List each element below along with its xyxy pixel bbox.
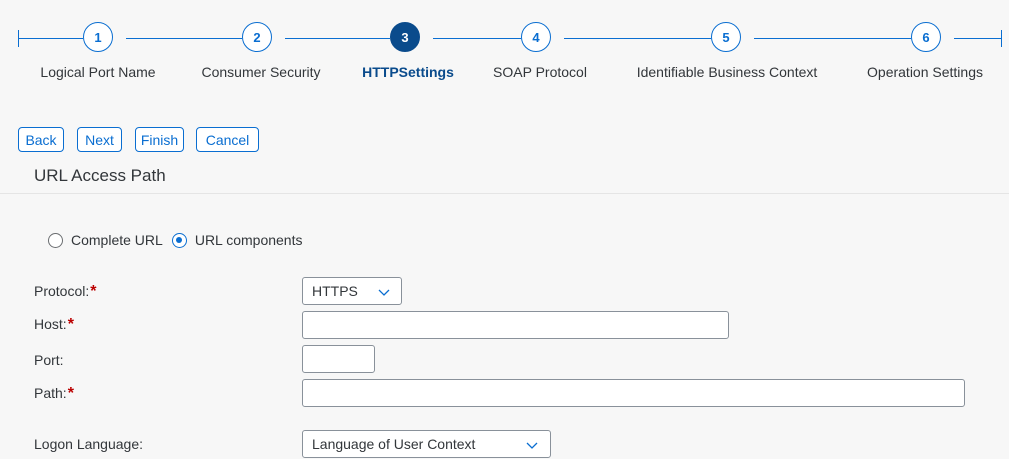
port-label-text: Port: [34, 352, 64, 368]
next-button[interactable]: Next [77, 127, 122, 152]
protocol-label-text: Protocol: [34, 283, 90, 299]
wizard-progress: 1 2 3 4 5 6 Logical Port Name Consumer S… [0, 0, 1009, 100]
wizard-connector [954, 38, 1002, 39]
complete-url-radio[interactable] [48, 232, 63, 248]
wizard-connector [754, 38, 911, 39]
wizard-step-3[interactable]: 3 [390, 22, 420, 52]
wizard-step-5-label: Identifiable Business Context [636, 64, 818, 80]
path-label-text: Path: [34, 385, 67, 401]
logon-language-label: Logon Language: [34, 436, 143, 452]
url-components-label[interactable]: URL components [195, 232, 303, 248]
wizard-track-end [1001, 30, 1002, 47]
port-input[interactable] [302, 345, 375, 373]
chevron-down-icon [526, 442, 538, 449]
cancel-button[interactable]: Cancel [196, 127, 259, 152]
finish-button[interactable]: Finish [135, 127, 184, 152]
host-input[interactable] [302, 311, 729, 339]
wizard-connector [126, 38, 242, 39]
wizard-step-6[interactable]: 6 [911, 22, 941, 52]
wizard-connector [18, 38, 83, 39]
path-input[interactable] [302, 379, 965, 407]
protocol-label: Protocol:* [34, 283, 96, 301]
required-marker: * [67, 316, 74, 333]
port-label: Port: [34, 352, 64, 368]
host-label: Host:* [34, 316, 74, 334]
complete-url-label[interactable]: Complete URL [71, 232, 163, 248]
radio-selected-dot [176, 237, 183, 243]
logon-language-label-text: Logon Language: [34, 436, 143, 452]
wizard-connector [564, 38, 711, 39]
wizard-step-2[interactable]: 2 [242, 22, 272, 52]
chevron-down-icon [378, 289, 390, 296]
protocol-select[interactable]: HTTPS [302, 277, 402, 305]
logon-language-select-value: Language of User Context [312, 436, 476, 452]
section-title: URL Access Path [34, 166, 166, 185]
back-button[interactable]: Back [18, 127, 64, 152]
url-components-radio[interactable] [171, 232, 187, 248]
path-label: Path:* [34, 385, 74, 403]
required-marker: * [67, 385, 74, 402]
logon-language-select[interactable]: Language of User Context [302, 430, 551, 458]
wizard-step-6-label: Operation Settings [867, 64, 983, 80]
wizard-step-2-label: Consumer Security [201, 64, 321, 80]
wizard-connector [433, 38, 521, 39]
url-mode-radio-group: Complete URL URL components [48, 232, 311, 248]
protocol-select-value: HTTPS [312, 283, 358, 299]
wizard-connector [285, 38, 390, 39]
wizard-step-4-label: SOAP Protocol [493, 64, 587, 80]
wizard-step-5[interactable]: 5 [711, 22, 741, 52]
wizard-step-1-label: Logical Port Name [40, 64, 156, 80]
wizard-step-1[interactable]: 1 [83, 22, 113, 52]
host-label-text: Host: [34, 316, 67, 332]
wizard-step-3-label: HTTPSettings [362, 64, 454, 80]
section-divider [0, 193, 1009, 194]
wizard-step-4[interactable]: 4 [521, 22, 551, 52]
required-marker: * [90, 283, 97, 300]
